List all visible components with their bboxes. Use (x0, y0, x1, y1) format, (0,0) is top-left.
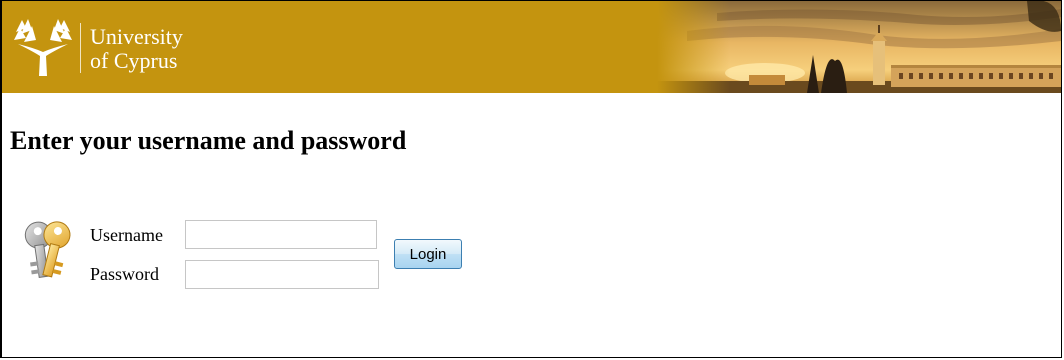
page-frame: University of Cyprus Enter your username… (0, 0, 1062, 358)
keys-icon (24, 221, 71, 278)
university-logo-icon[interactable] (12, 14, 74, 78)
username-label: Username (90, 225, 163, 245)
username-input[interactable] (185, 220, 377, 249)
campus-banner-image (657, 1, 1061, 93)
password-input[interactable] (185, 260, 379, 289)
password-label: Password (90, 264, 160, 284)
university-name[interactable]: University of Cyprus (90, 25, 183, 73)
site-header: University of Cyprus (2, 1, 1061, 93)
logo-line-2: of Cyprus (90, 48, 178, 73)
logo-line-1: University (90, 24, 183, 49)
page-title: Enter your username and password (10, 126, 407, 155)
login-button[interactable]: Login (394, 239, 462, 269)
logo-divider (80, 23, 81, 73)
